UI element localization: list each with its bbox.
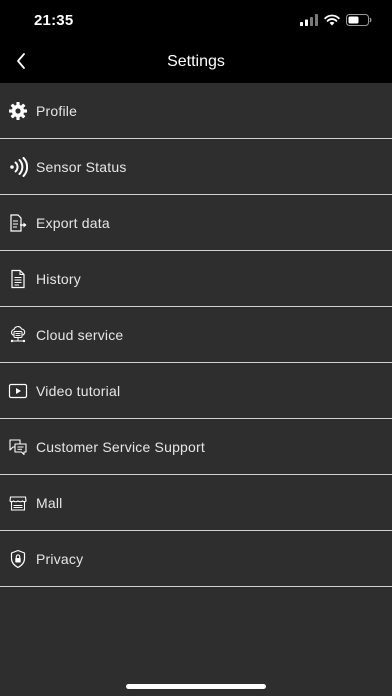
wifi-icon bbox=[324, 13, 340, 31]
menu-item-label: Customer Service Support bbox=[36, 438, 205, 455]
menu-item-history[interactable]: History bbox=[0, 251, 392, 307]
menu-item-mall[interactable]: Mall bbox=[0, 475, 392, 531]
menu-item-cloud-service[interactable]: Cloud service bbox=[0, 307, 392, 363]
status-time: 21:35 bbox=[34, 12, 74, 29]
page-title: Settings bbox=[167, 53, 225, 70]
settings-list: Profile Sensor Status Export data Histor… bbox=[0, 83, 392, 696]
menu-item-customer-service-support[interactable]: Customer Service Support bbox=[0, 419, 392, 475]
menu-item-video-tutorial[interactable]: Video tutorial bbox=[0, 363, 392, 419]
menu-item-label: Privacy bbox=[36, 550, 84, 567]
home-indicator[interactable] bbox=[126, 684, 266, 689]
storefront-icon bbox=[0, 493, 36, 513]
status-bar: 21:35 bbox=[0, 0, 392, 44]
menu-item-label: History bbox=[36, 270, 81, 287]
export-document-icon bbox=[0, 213, 36, 233]
menu-item-label: Video tutorial bbox=[36, 382, 121, 399]
cellular-signal-icon bbox=[300, 13, 318, 31]
menu-item-label: Sensor Status bbox=[36, 158, 127, 175]
cloud-service-icon bbox=[0, 325, 36, 345]
menu-item-label: Profile bbox=[36, 102, 78, 119]
menu-item-label: Cloud service bbox=[36, 326, 124, 343]
document-list-icon bbox=[0, 269, 36, 289]
gear-icon bbox=[0, 101, 36, 121]
menu-item-label: Export data bbox=[36, 214, 110, 231]
signal-waves-icon bbox=[0, 156, 36, 177]
menu-item-export-data[interactable]: Export data bbox=[0, 195, 392, 251]
battery-icon bbox=[346, 13, 372, 31]
menu-item-sensor-status[interactable]: Sensor Status bbox=[0, 139, 392, 195]
shield-lock-icon bbox=[0, 549, 36, 569]
menu-item-privacy[interactable]: Privacy bbox=[0, 531, 392, 587]
play-video-icon bbox=[0, 381, 36, 401]
status-icons bbox=[300, 13, 372, 31]
menu-item-label: Mall bbox=[36, 494, 63, 511]
chat-bubbles-icon bbox=[0, 437, 36, 457]
navigation-bar: Settings bbox=[0, 44, 392, 83]
menu-item-profile[interactable]: Profile bbox=[0, 83, 392, 139]
